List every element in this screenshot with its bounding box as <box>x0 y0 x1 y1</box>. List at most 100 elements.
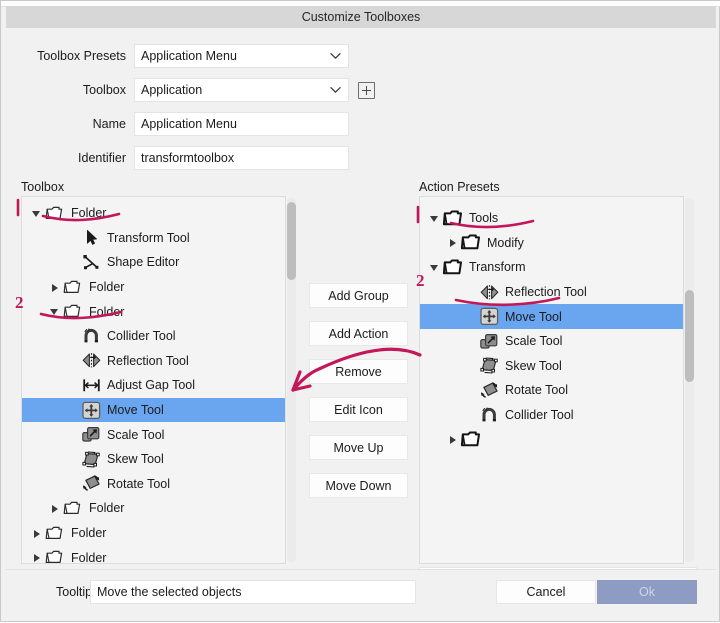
tree-item-label: Move Tool <box>107 403 164 418</box>
tree-item[interactable]: Reflection Tool <box>420 280 683 305</box>
tree-item-label: Skew Tool <box>107 452 164 467</box>
toolbox-select[interactable]: Application <box>134 78 349 102</box>
twisty-empty <box>67 477 80 490</box>
skew-icon <box>479 357 498 374</box>
tree-item-label: Transform Tool <box>107 230 190 245</box>
twisty-collapsed-icon[interactable] <box>31 551 44 563</box>
twisty-empty <box>67 453 80 466</box>
twisty-empty <box>465 310 478 323</box>
folder-icon <box>45 206 62 219</box>
add-group-button[interactable]: Add Group <box>309 283 408 308</box>
tree-item-label: Rotate Tool <box>107 476 171 491</box>
rotate-icon <box>480 382 498 398</box>
tree-item[interactable]: Scale Tool <box>420 329 683 354</box>
tree-item[interactable]: Transform <box>420 255 683 280</box>
twisty-collapsed-icon[interactable] <box>447 433 460 446</box>
twisty-expanded-icon[interactable] <box>31 207 44 220</box>
right-panel-title: Action Presets <box>419 180 500 194</box>
tree-item[interactable]: Reflection Tool <box>22 349 285 374</box>
adjust-gap-icon <box>82 379 100 392</box>
name-input[interactable]: Application Menu <box>134 112 349 136</box>
twisty-expanded-icon[interactable] <box>49 305 62 318</box>
toolbox-tree-scrollbar[interactable] <box>287 198 296 562</box>
tree-item[interactable]: Transform Tool <box>22 226 285 251</box>
tree-item-icon-wrap <box>80 228 102 248</box>
tree-item[interactable]: Folder <box>22 275 285 300</box>
tree-item[interactable] <box>420 427 683 452</box>
move-icon <box>479 307 498 326</box>
toolbox-tree-scroll-thumb[interactable] <box>287 202 296 280</box>
tree-item[interactable]: Shape Editor <box>22 250 285 275</box>
tree-item[interactable]: Folder <box>22 521 285 546</box>
ok-button[interactable]: Ok <box>597 580 697 604</box>
toolbox-presets-value: Application Menu <box>141 49 237 63</box>
tree-item-label: Transform <box>469 260 526 275</box>
folder-bold-icon <box>460 431 480 447</box>
tree-item[interactable]: Rotate Tool <box>22 472 285 497</box>
move-up-button[interactable]: Move Up <box>309 435 408 460</box>
twisty-collapsed-icon[interactable] <box>447 236 460 249</box>
action-presets-tree-panel[interactable]: Tools Modify Transform Reflection Tool Move … <box>419 196 684 564</box>
tree-item-icon-wrap <box>478 380 500 400</box>
tree-item-icon-wrap <box>478 331 500 351</box>
tree-item[interactable]: Scale Tool <box>22 422 285 447</box>
tree-item[interactable]: Rotate Tool <box>420 378 683 403</box>
folder-icon <box>63 304 80 318</box>
tree-item-icon-wrap <box>80 425 102 445</box>
form-row-identifier: Identifier transformtoolbox <box>29 146 349 170</box>
magnet-icon <box>481 406 496 421</box>
twisty-collapsed-icon[interactable] <box>49 502 62 515</box>
twisty-collapsed-icon[interactable] <box>49 281 62 294</box>
tree-item[interactable]: Modify <box>420 231 683 256</box>
tree-item-label: Tools <box>469 211 499 226</box>
form-row-toolbox-presets: Toolbox Presets Application Menu <box>29 44 349 68</box>
tooltip-input[interactable]: Move the selected objects <box>90 580 416 604</box>
tree-item-label: Folder <box>89 501 125 516</box>
folder-icon <box>45 550 62 563</box>
twisty-collapsed-icon[interactable] <box>31 527 44 540</box>
folder-icon <box>63 280 80 293</box>
tree-item[interactable]: Collider Tool <box>420 403 683 428</box>
annotation-number-right-2: 2 <box>416 271 425 290</box>
add-toolbox-button[interactable] <box>358 81 375 99</box>
twisty-empty <box>67 330 80 343</box>
twisty-expanded-icon[interactable] <box>429 212 442 225</box>
tree-item[interactable]: Skew Tool <box>22 447 285 472</box>
folder-bold-icon <box>442 210 462 225</box>
move-down-button[interactable]: Move Down <box>309 473 408 498</box>
identifier-value: transformtoolbox <box>141 151 235 165</box>
action-presets-scrollbar[interactable] <box>685 198 694 562</box>
remove-button[interactable]: Remove <box>309 359 408 384</box>
tree-item[interactable]: Adjust Gap Tool <box>22 373 285 398</box>
page-title: Customize Toolboxes <box>301 10 421 24</box>
tree-item[interactable]: Move Tool <box>420 304 683 329</box>
tree-item[interactable]: Folder <box>22 496 285 521</box>
add-action-button[interactable]: Add Action <box>309 321 408 346</box>
tree-item[interactable]: Move Tool <box>22 397 285 423</box>
reflection-icon <box>480 284 498 299</box>
edit-icon-button[interactable]: Edit Icon <box>309 397 408 422</box>
tree-item-label: Rotate Tool <box>505 383 569 398</box>
twisty-empty <box>67 354 80 367</box>
tree-item[interactable]: Folder <box>22 545 285 563</box>
twisty-expanded-icon[interactable] <box>429 261 442 274</box>
twisty-empty <box>67 256 80 269</box>
tree-item[interactable]: Folder <box>22 299 285 324</box>
identifier-input[interactable]: transformtoolbox <box>134 146 349 170</box>
tree-item[interactable]: Folder <box>22 201 285 226</box>
cancel-button[interactable]: Cancel <box>496 580 596 604</box>
tree-item[interactable]: Collider Tool <box>22 324 285 349</box>
form-row-toolbox: Toolbox Application <box>29 78 375 102</box>
twisty-empty <box>465 359 478 372</box>
tree-item[interactable]: Skew Tool <box>420 354 683 379</box>
scale-icon <box>479 333 497 349</box>
toolbox-tree-panel[interactable]: Folder Transform Tool Shape Editor Folder Fo… <box>21 196 286 564</box>
tree-item[interactable]: Tools <box>420 206 683 231</box>
dialog-body: Toolbox Presets Application Menu Toolbox… <box>6 28 716 616</box>
name-label: Name <box>92 117 126 131</box>
action-presets-scroll-thumb[interactable] <box>685 290 694 382</box>
tree-item-icon-wrap <box>80 252 102 272</box>
tree-item-icon-wrap <box>442 208 464 228</box>
tree-item-icon-wrap <box>62 498 84 518</box>
toolbox-presets-select[interactable]: Application Menu <box>134 44 349 68</box>
